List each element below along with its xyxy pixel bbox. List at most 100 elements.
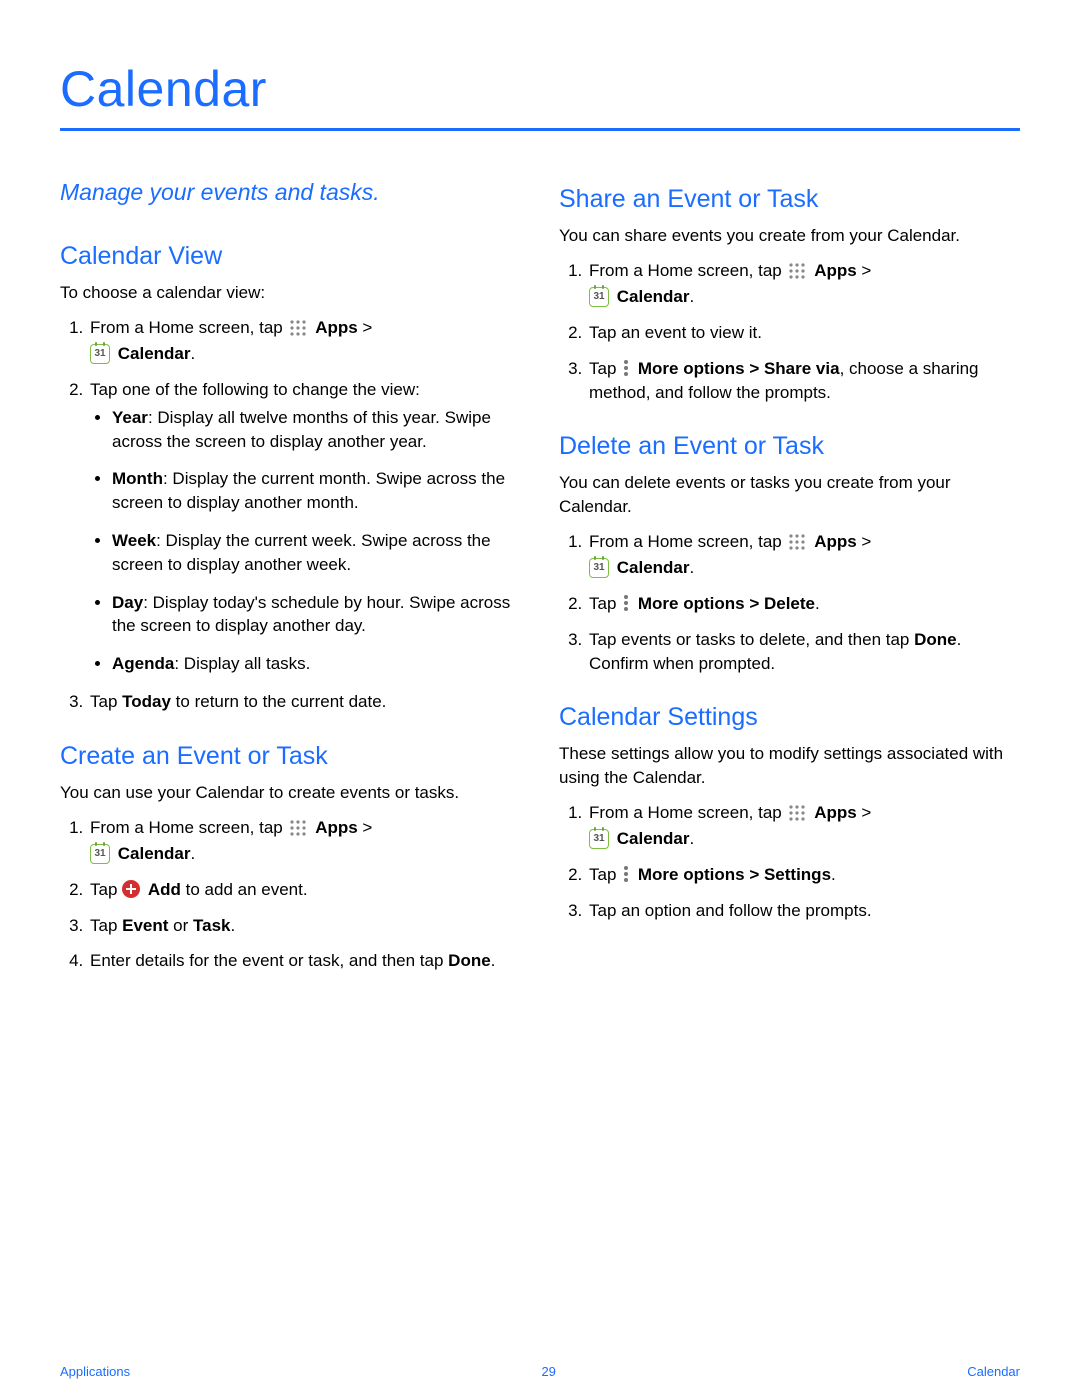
text: .	[190, 344, 195, 363]
text: .	[689, 287, 694, 306]
text: >	[857, 261, 872, 280]
list-item: Tap Add to add an event.	[88, 878, 521, 902]
calendar-label: Calendar	[118, 344, 191, 363]
text: Tap events or tasks to delete, and then …	[589, 630, 914, 649]
text: >	[857, 532, 872, 551]
page: Calendar Manage your events and tasks. C…	[0, 0, 1080, 1397]
page-title: Calendar	[60, 60, 1020, 128]
text: More options > Delete	[638, 594, 815, 613]
list-item: Tap an event to view it.	[587, 321, 1020, 345]
create-intro: You can use your Calendar to create even…	[60, 781, 521, 804]
apps-label: Apps	[315, 318, 358, 337]
apps-icon	[788, 804, 806, 822]
text: Tap	[589, 359, 621, 378]
list-item: Tap Today to return to the current date.	[88, 690, 521, 714]
text: .	[689, 829, 694, 848]
text: Done	[448, 951, 491, 970]
calendar-icon: 31	[589, 287, 609, 307]
title-rule	[60, 128, 1020, 131]
apps-label: Apps	[814, 803, 857, 822]
footer-page-number: 29	[541, 1364, 555, 1379]
settings-steps: From a Home screen, tap Apps > 31 Calend…	[559, 801, 1020, 922]
add-label: Add	[148, 880, 181, 899]
apps-icon	[289, 819, 307, 837]
calendar-label: Calendar	[118, 844, 191, 863]
text: From a Home screen, tap	[589, 532, 786, 551]
list-item: From a Home screen, tap Apps > 31 Calend…	[587, 530, 1020, 580]
more-options-icon	[623, 359, 629, 377]
text: : Display all tasks.	[174, 654, 310, 673]
calendar-icon: 31	[90, 344, 110, 364]
text: From a Home screen, tap	[589, 261, 786, 280]
heading-calendar-view: Calendar View	[60, 242, 521, 271]
text: Tap	[90, 692, 122, 711]
text: .	[231, 916, 236, 935]
calendar-icon: 31	[589, 829, 609, 849]
list-item: Tap events or tasks to delete, and then …	[587, 628, 1020, 676]
footer-right: Calendar	[967, 1364, 1020, 1379]
section-share-event: Share an Event or Task You can share eve…	[559, 185, 1020, 404]
text: .	[491, 951, 496, 970]
calendar-icon: 31	[589, 558, 609, 578]
apps-label: Apps	[814, 532, 857, 551]
list-item: Year: Display all twelve months of this …	[112, 406, 521, 454]
text: >	[358, 818, 373, 837]
list-item: Tap one of the following to change the v…	[88, 378, 521, 676]
text: From a Home screen, tap	[589, 803, 786, 822]
delete-steps: From a Home screen, tap Apps > 31 Calend…	[559, 530, 1020, 675]
list-item: Tap an option and follow the prompts.	[587, 899, 1020, 923]
text: Done	[914, 630, 957, 649]
text: Week	[112, 531, 156, 550]
section-create-event: Create an Event or Task You can use your…	[60, 742, 521, 973]
text: : Display all twelve months of this year…	[112, 408, 491, 451]
text: to return to the current date.	[171, 692, 386, 711]
calendar-label: Calendar	[617, 558, 690, 577]
more-options-icon	[623, 594, 629, 612]
list-item: Tap Event or Task.	[88, 914, 521, 938]
text: Tap	[90, 880, 122, 899]
text: From a Home screen, tap	[90, 818, 287, 837]
calendar-view-steps: From a Home screen, tap Apps > 31 Calend…	[60, 316, 521, 713]
view-options: Year: Display all twelve months of this …	[90, 406, 521, 676]
column-right: Share an Event or Task You can share eve…	[559, 179, 1020, 1001]
text: .	[190, 844, 195, 863]
text: .	[815, 594, 820, 613]
heading-share-event: Share an Event or Task	[559, 185, 1020, 214]
text: .	[689, 558, 694, 577]
text: >	[358, 318, 373, 337]
text: : Display the current week. Swipe across…	[112, 531, 491, 574]
text: Event	[122, 916, 168, 935]
calendar-label: Calendar	[617, 829, 690, 848]
share-intro: You can share events you create from you…	[559, 224, 1020, 247]
text: Agenda	[112, 654, 174, 673]
page-footer: Applications 29 Calendar	[0, 1364, 1080, 1379]
columns: Manage your events and tasks. Calendar V…	[60, 179, 1020, 1001]
text: Tap	[90, 916, 122, 935]
section-calendar-view: Calendar View To choose a calendar view:…	[60, 242, 521, 714]
list-item: Day: Display today's schedule by hour. S…	[112, 591, 521, 639]
text: From a Home screen, tap	[90, 318, 287, 337]
list-item: Tap More options > Delete.	[587, 592, 1020, 616]
text: Enter details for the event or task, and…	[90, 951, 448, 970]
calendar-label: Calendar	[617, 287, 690, 306]
list-item: From a Home screen, tap Apps > 31 Calend…	[587, 801, 1020, 851]
text: Today	[122, 692, 171, 711]
heading-delete-event: Delete an Event or Task	[559, 432, 1020, 461]
apps-icon	[788, 262, 806, 280]
list-item: From a Home screen, tap Apps > 31 Calend…	[88, 316, 521, 366]
text: More options > Share via	[638, 359, 840, 378]
section-calendar-settings: Calendar Settings These settings allow y…	[559, 703, 1020, 922]
text: Tap one of the following to change the v…	[90, 380, 420, 399]
heading-create-event: Create an Event or Task	[60, 742, 521, 771]
column-left: Manage your events and tasks. Calendar V…	[60, 179, 521, 1001]
apps-label: Apps	[814, 261, 857, 280]
list-item: Month: Display the current month. Swipe …	[112, 467, 521, 515]
list-item: Tap More options > Settings.	[587, 863, 1020, 887]
list-item: Enter details for the event or task, and…	[88, 949, 521, 973]
intro-text: Manage your events and tasks.	[60, 179, 521, 206]
text: or	[168, 916, 193, 935]
text: Tap	[589, 865, 621, 884]
text: .	[831, 865, 836, 884]
share-steps: From a Home screen, tap Apps > 31 Calend…	[559, 259, 1020, 404]
list-item: Tap More options > Share via, choose a s…	[587, 357, 1020, 405]
